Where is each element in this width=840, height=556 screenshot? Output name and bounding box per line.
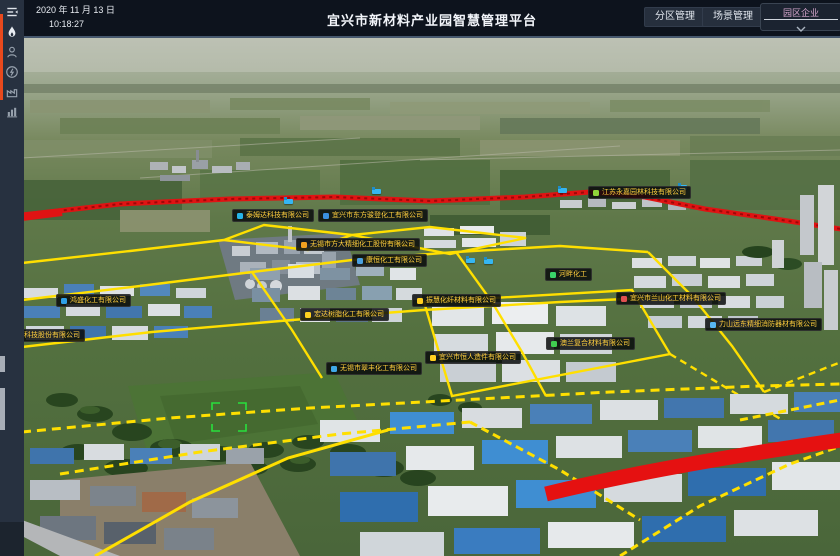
energy-icon[interactable] xyxy=(5,65,19,79)
company-marker-icon xyxy=(323,213,329,219)
map-company-label[interactable]: 泰姆达科技有限公司 xyxy=(232,209,314,222)
company-label-text: 康恒化工有限公司 xyxy=(366,257,422,264)
map-company-label[interactable]: 鸿盛化工有限公司 xyxy=(56,294,131,307)
company-marker-icon xyxy=(550,272,556,278)
map-company-label[interactable]: 无锡市方大精细化工股份有限公司 xyxy=(296,238,420,251)
company-label-text: 宜兴市兰山化工材料有限公司 xyxy=(630,295,721,302)
fire-icon[interactable] xyxy=(5,25,19,39)
map-company-label[interactable]: 河畔化工 xyxy=(545,268,592,281)
left-sidebar xyxy=(0,0,24,556)
company-label-text: 宜兴市东方骏登化工有限公司 xyxy=(332,212,423,219)
company-marker-icon xyxy=(237,213,243,219)
company-marker-icon xyxy=(305,312,311,318)
map-company-label[interactable]: 康恒化工有限公司 xyxy=(352,254,427,267)
company-label-text: 无锡市翠丰化工有限公司 xyxy=(340,365,417,372)
company-label-text: 宏达树脂化工有限公司 xyxy=(314,311,384,318)
company-marker-icon xyxy=(301,242,307,248)
company-label-text: 宜兴市恒人造件有限公司 xyxy=(439,354,516,361)
active-accent-strip xyxy=(0,14,3,100)
company-marker-icon xyxy=(710,322,716,328)
menu-collapse-icon[interactable] xyxy=(5,5,19,19)
map-company-label[interactable]: 澳兰复合材料有限公司 xyxy=(546,337,635,350)
company-marker-icon xyxy=(61,298,67,304)
sidebar-footer xyxy=(0,522,24,556)
map-company-label[interactable]: 江苏永嘉园林科技有限公司 xyxy=(588,186,691,199)
park-enterprise-dropdown[interactable]: 园区企业 xyxy=(760,3,840,31)
map-company-label[interactable]: 振慧化纤材料有限公司 xyxy=(412,294,501,307)
top-header-bar: 2020 年 11 月 13 日 10:18:27 宜兴市新材料产业园智慧管理平… xyxy=(24,0,840,38)
map-3d-view[interactable] xyxy=(0,0,840,556)
company-label-text: 无锡市方大精细化工股份有限公司 xyxy=(310,241,415,248)
chevron-down-icon xyxy=(761,20,840,38)
user-icon[interactable] xyxy=(5,45,19,59)
zone-management-button[interactable]: 分区管理 xyxy=(644,7,706,27)
app-root: { "header": { "date": "2020 年 11 月 13 日"… xyxy=(0,0,840,556)
map-canvas xyxy=(0,0,840,556)
company-label-text: 江苏永嘉园林科技有限公司 xyxy=(602,189,686,196)
company-marker-icon xyxy=(621,296,627,302)
map-company-label[interactable]: 宜兴市恒人造件有限公司 xyxy=(425,351,521,364)
foreground-left-block xyxy=(22,444,300,556)
company-marker-icon xyxy=(331,366,337,372)
map-company-label[interactable]: 宜兴市东方骏登化工有限公司 xyxy=(318,209,428,222)
company-label-text: 振慧化纤材料有限公司 xyxy=(426,297,496,304)
factory-icon[interactable] xyxy=(5,85,19,99)
dropdown-label: 园区企业 xyxy=(761,4,840,19)
company-marker-icon xyxy=(357,258,363,264)
scene-management-button[interactable]: 场景管理 xyxy=(702,7,764,27)
company-label-text: 河畔化工 xyxy=(559,271,587,278)
company-marker-icon xyxy=(551,341,557,347)
company-marker-icon xyxy=(417,298,423,304)
company-marker-icon xyxy=(593,190,599,196)
map-company-label[interactable]: 宏达树脂化工有限公司 xyxy=(300,308,389,321)
selection-brackets xyxy=(211,402,247,432)
edge-sliver xyxy=(0,388,5,430)
map-company-label[interactable]: 无锡市翠丰化工有限公司 xyxy=(326,362,422,375)
company-marker-icon xyxy=(430,355,436,361)
company-label-text: 力山远东精细消防器材有限公司 xyxy=(719,321,817,328)
edge-sliver xyxy=(0,356,5,372)
map-company-label[interactable]: 力山远东精细消防器材有限公司 xyxy=(705,318,822,331)
company-label-text: 鸿盛化工有限公司 xyxy=(70,297,126,304)
bar-chart-icon[interactable] xyxy=(5,105,19,119)
map-company-label[interactable]: 宜兴市兰山化工材料有限公司 xyxy=(616,292,726,305)
company-label-text: 澳兰复合材料有限公司 xyxy=(560,340,630,347)
company-label-text: 泰姆达科技有限公司 xyxy=(246,212,309,219)
